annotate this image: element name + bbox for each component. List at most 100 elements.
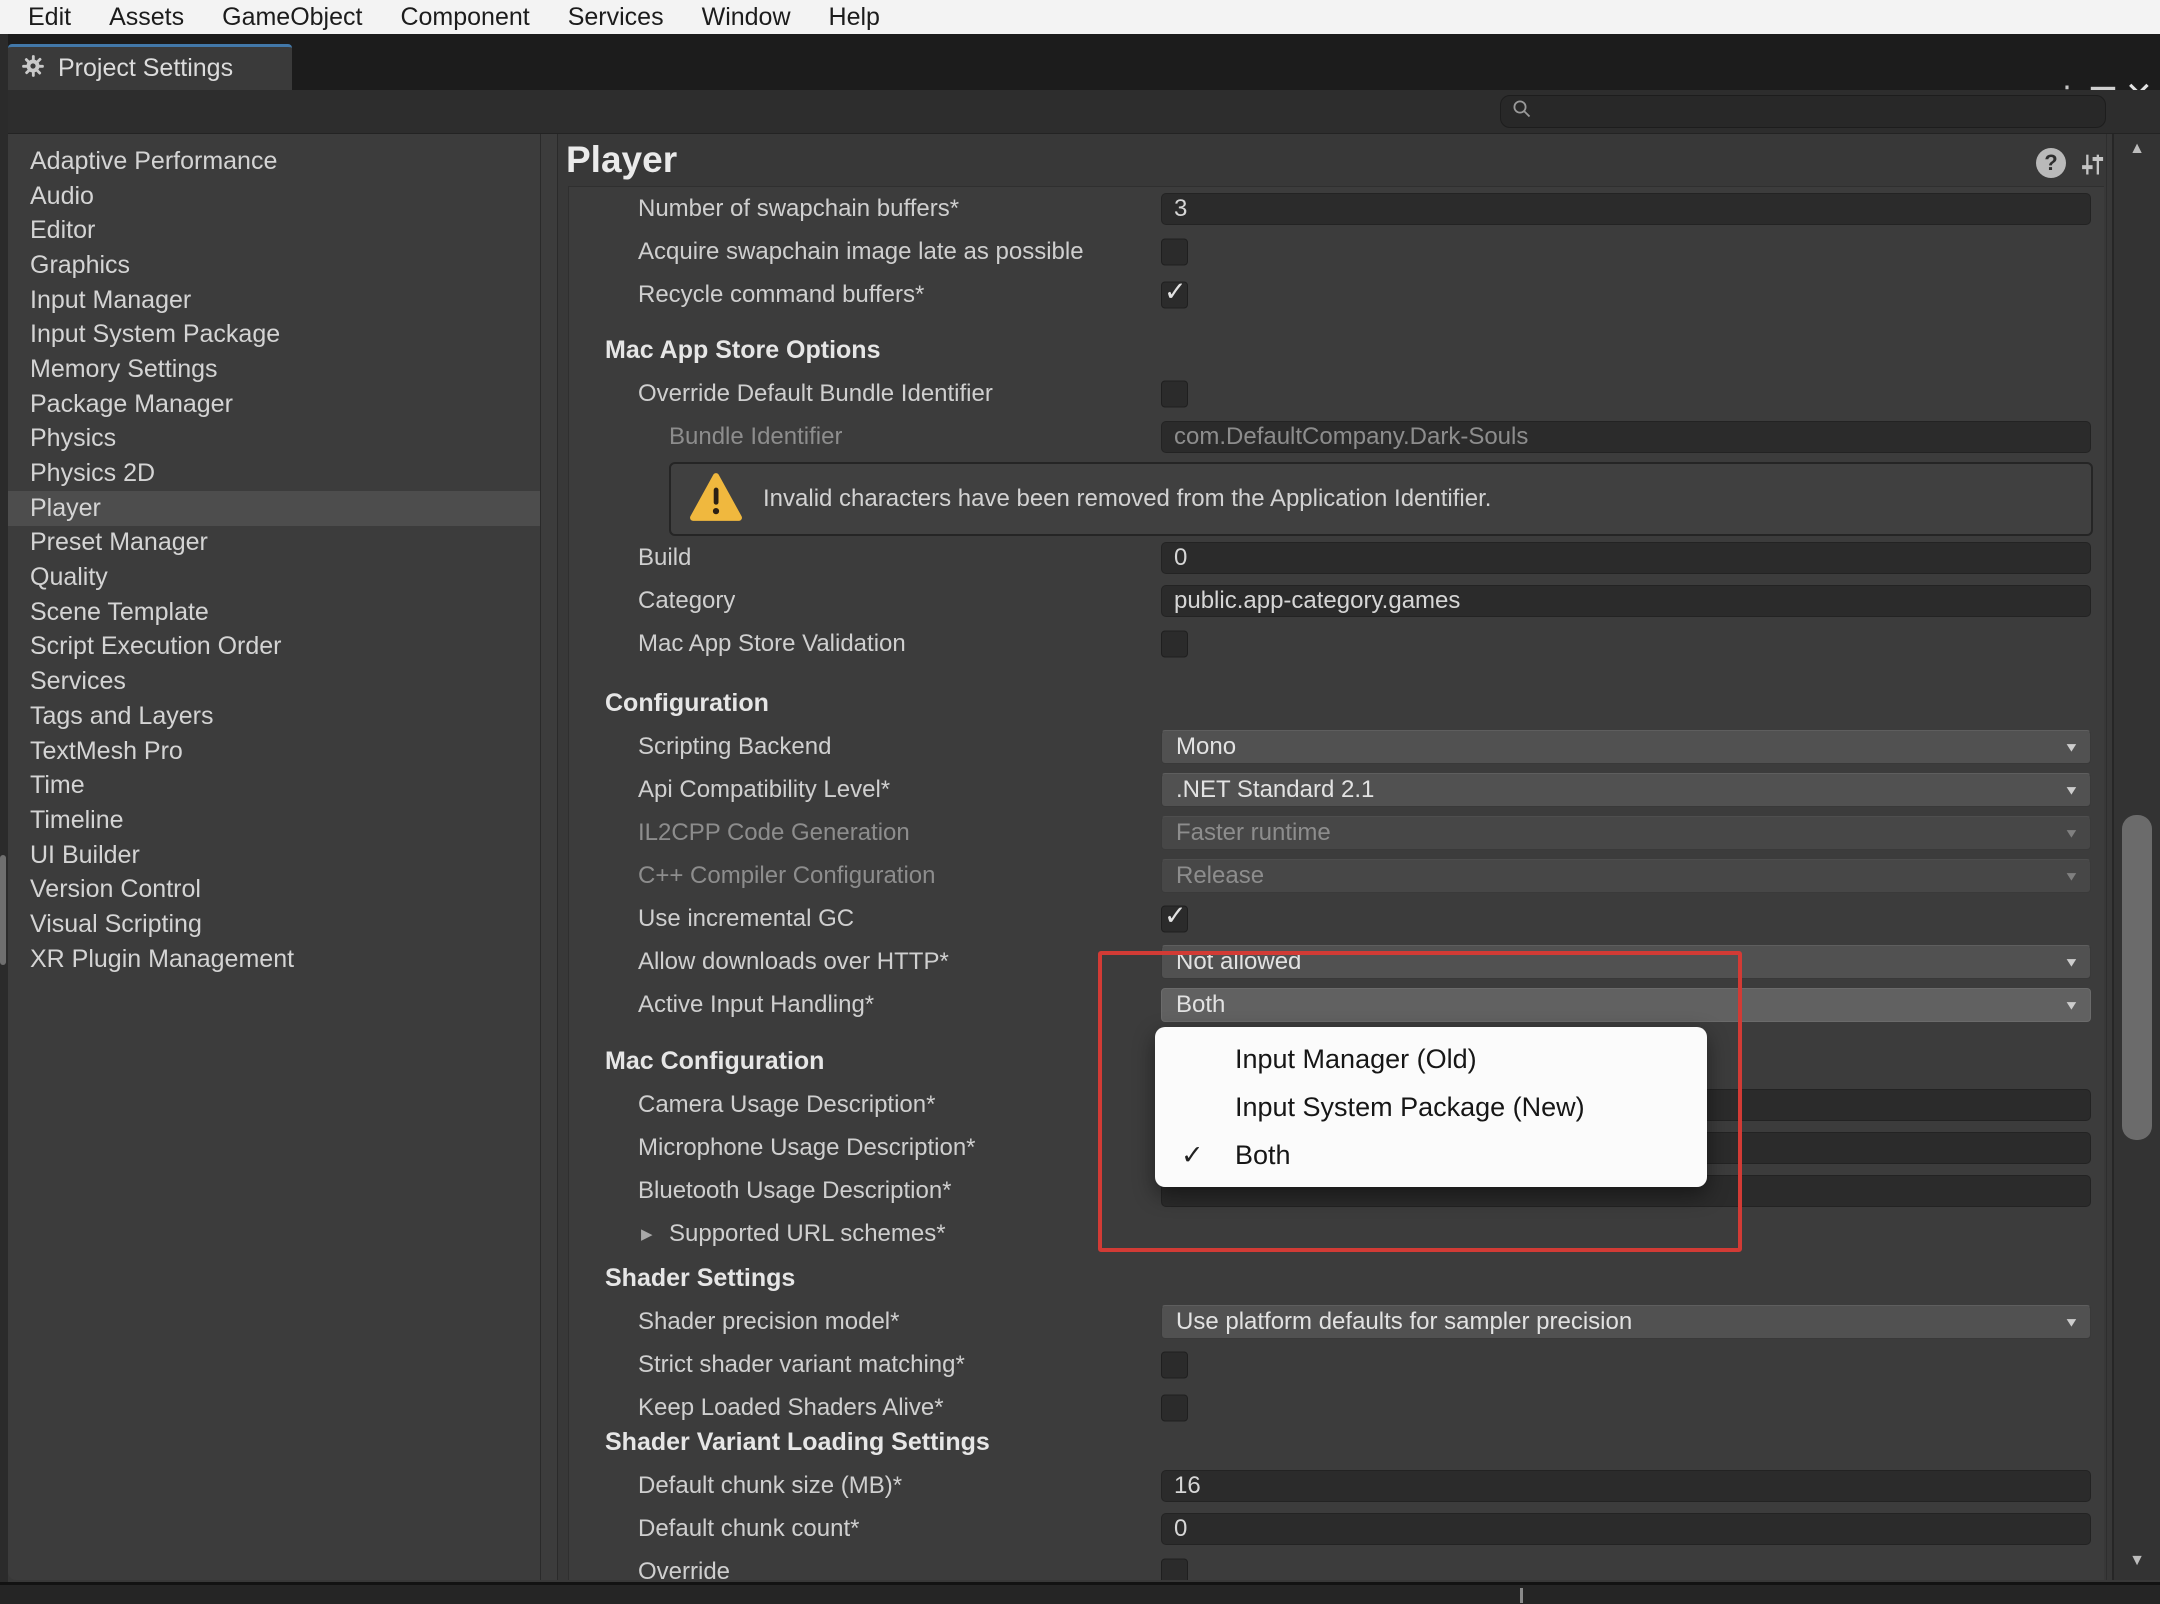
menu-item-help[interactable]: Help xyxy=(829,3,880,32)
sidebar-item-textmesh-pro[interactable]: TextMesh Pro xyxy=(8,734,540,769)
dropdown-shader-precision-model[interactable]: Use platform defaults for sampler precis… xyxy=(1161,1305,2091,1339)
field-label: IL2CPP Code Generation xyxy=(638,819,910,847)
settings-row: Category xyxy=(569,579,2104,622)
bottom-splitter-tick xyxy=(1520,1588,1523,1603)
sidebar-item-preset-manager[interactable]: Preset Manager xyxy=(8,526,540,561)
text-field-build[interactable] xyxy=(1161,542,2091,574)
search-icon xyxy=(1511,98,1533,125)
section-title: Shader Variant Loading Settings xyxy=(605,1428,990,1457)
field-label: Shader precision model* xyxy=(638,1308,899,1336)
checkbox-recycle-command-buffers[interactable]: ✓ xyxy=(1161,281,1188,308)
presets-sliders-icon[interactable] xyxy=(2078,150,2106,183)
field-label: Default chunk count* xyxy=(638,1515,859,1543)
dropdown-api-compatibility-level[interactable]: .NET Standard 2.1▼ xyxy=(1161,773,2091,807)
settings-toolbar xyxy=(0,90,2160,134)
checkbox-override[interactable] xyxy=(1161,1558,1188,1580)
text-field-bundle-identifier[interactable] xyxy=(1161,421,2091,453)
chevron-down-icon: ▼ xyxy=(2064,868,2080,883)
menu-item-window[interactable]: Window xyxy=(702,3,791,32)
checkbox-keep-loaded-shaders-alive[interactable] xyxy=(1161,1394,1188,1421)
checkbox-use-incremental-gc[interactable]: ✓ xyxy=(1161,905,1188,932)
checkbox-strict-shader-variant-matching[interactable] xyxy=(1161,1351,1188,1378)
annotation-red-rectangle xyxy=(1098,951,1742,1252)
content-scrollbar-divider xyxy=(2106,134,2107,1580)
chevron-down-icon: ▼ xyxy=(2064,825,2080,840)
checkmark-icon: ✓ xyxy=(1164,276,1187,307)
sidebar-item-graphics[interactable]: Graphics xyxy=(8,248,540,283)
field-label: Bundle Identifier xyxy=(669,423,842,451)
section-title: Mac Configuration xyxy=(605,1047,824,1076)
help-icon[interactable]: ? xyxy=(2036,148,2066,178)
sidebar-resize-handle[interactable] xyxy=(540,134,558,1580)
field-label: Active Input Handling* xyxy=(638,991,874,1019)
field-label: C++ Compiler Configuration xyxy=(638,862,935,890)
section-header: Shader Settings xyxy=(569,1257,2104,1300)
sidebar-item-input-system-package[interactable]: Input System Package xyxy=(8,317,540,352)
scrollbar-thumb[interactable] xyxy=(2122,815,2152,1140)
sidebar-item-script-execution-order[interactable]: Script Execution Order xyxy=(8,630,540,665)
player-settings-form: Number of swapchain buffers*Acquire swap… xyxy=(568,186,2104,1580)
checkbox-override-default-bundle-identifier[interactable] xyxy=(1161,380,1188,407)
menu-item-edit[interactable]: Edit xyxy=(28,3,71,32)
chevron-down-icon: ▼ xyxy=(2064,997,2080,1012)
sidebar-item-memory-settings[interactable]: Memory Settings xyxy=(8,352,540,387)
sidebar-item-input-manager[interactable]: Input Manager xyxy=(8,283,540,318)
field-label: Allow downloads over HTTP* xyxy=(638,948,949,976)
settings-row: Scripting Backend Mono▼ xyxy=(569,725,2104,768)
sidebar-item-package-manager[interactable]: Package Manager xyxy=(8,387,540,422)
scroll-up-icon[interactable]: ▲ xyxy=(2129,140,2145,158)
foldout-collapsed-icon[interactable]: ▶ xyxy=(641,1225,653,1243)
menu-item-assets[interactable]: Assets xyxy=(109,3,184,32)
sidebar-item-xr-plugin-management[interactable]: XR Plugin Management xyxy=(8,942,540,977)
sidebar-item-audio[interactable]: Audio xyxy=(8,179,540,214)
search-box[interactable] xyxy=(1500,95,2106,128)
section-title: Mac App Store Options xyxy=(605,336,880,365)
chevron-down-icon: ▼ xyxy=(2064,739,2080,754)
menu-item-component[interactable]: Component xyxy=(400,3,529,32)
sidebar-item-version-control[interactable]: Version Control xyxy=(8,872,540,907)
sidebar-item-timeline[interactable]: Timeline xyxy=(8,803,540,838)
section-header: Shader Variant Loading Settings xyxy=(569,1421,2104,1464)
sidebar-item-quality[interactable]: Quality xyxy=(8,560,540,595)
settings-row: C++ Compiler Configuration Release ▼ xyxy=(569,854,2104,897)
dropdown-value: Release xyxy=(1176,862,1264,890)
sidebar-item-scene-template[interactable]: Scene Template xyxy=(8,595,540,630)
dropdown-c-compiler-configuration[interactable]: Release ▼ xyxy=(1161,859,2091,893)
vertical-scrollbar[interactable]: ▲ ▼ xyxy=(2112,134,2160,1580)
field-label: Category xyxy=(638,587,735,615)
menu-item-services[interactable]: Services xyxy=(568,3,664,32)
settings-row: Strict shader variant matching* xyxy=(569,1343,2104,1386)
dropdown-value: .NET Standard 2.1 xyxy=(1176,776,1374,804)
field-label: Default chunk size (MB)* xyxy=(638,1472,902,1500)
text-field-default-chunk-size-mb[interactable] xyxy=(1161,1470,2091,1502)
sidebar-item-services[interactable]: Services xyxy=(8,664,540,699)
field-label: Strict shader variant matching* xyxy=(638,1351,965,1379)
dropdown-il2cpp-code-generation[interactable]: Faster runtime▼ xyxy=(1161,816,2091,850)
dropdown-scripting-backend[interactable]: Mono▼ xyxy=(1161,730,2091,764)
sidebar-item-editor[interactable]: Editor xyxy=(8,213,540,248)
sidebar-item-visual-scripting[interactable]: Visual Scripting xyxy=(8,907,540,942)
search-input[interactable] xyxy=(1541,98,2105,126)
sidebar-item-time[interactable]: Time xyxy=(8,768,540,803)
warning-box: Invalid characters have been removed fro… xyxy=(669,462,2093,536)
text-field-category[interactable] xyxy=(1161,585,2091,617)
checkbox-mac-app-store-validation[interactable] xyxy=(1161,630,1188,657)
sidebar-item-physics[interactable]: Physics xyxy=(8,422,540,457)
field-label: Scripting Backend xyxy=(638,733,831,761)
tab-title: Project Settings xyxy=(58,54,233,83)
menu-item-gameobject[interactable]: GameObject xyxy=(222,3,362,32)
sidebar-item-adaptive-performance[interactable]: Adaptive Performance xyxy=(8,144,540,179)
tab-project-settings[interactable]: Project Settings xyxy=(8,44,292,90)
scroll-down-icon[interactable]: ▼ xyxy=(2129,1552,2145,1570)
sidebar-item-physics-2d[interactable]: Physics 2D xyxy=(8,456,540,491)
settings-category-sidebar: Adaptive PerformanceAudioEditorGraphicsI… xyxy=(8,134,540,1580)
settings-row: Default chunk size (MB)* xyxy=(569,1464,2104,1507)
sidebar-item-tags-and-layers[interactable]: Tags and Layers xyxy=(8,699,540,734)
background-scrollbar-fragment xyxy=(0,855,6,965)
sidebar-item-ui-builder[interactable]: UI Builder xyxy=(8,838,540,873)
checkbox-acquire-swapchain-image-late-as-possible[interactable] xyxy=(1161,238,1188,265)
text-field-default-chunk-count[interactable] xyxy=(1161,1513,2091,1545)
text-field-number-of-swapchain-buffers[interactable] xyxy=(1161,193,2091,225)
sidebar-item-player[interactable]: Player xyxy=(8,491,540,526)
field-label: Acquire swapchain image late as possible xyxy=(638,238,1084,266)
